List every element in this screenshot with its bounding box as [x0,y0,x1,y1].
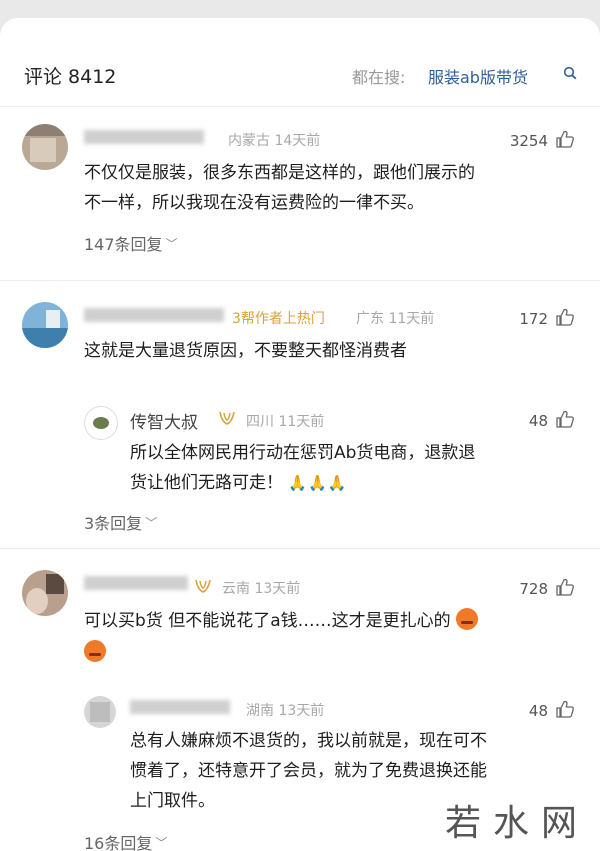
like-count: 728 [519,580,548,598]
reply-text-line: 上门取件。 [130,791,215,811]
comments-header: 评论 8412 都在搜: 服装ab版带货 [0,18,600,107]
badge-icon [219,411,235,425]
badge-icon [195,579,211,593]
like-icon[interactable] [555,129,575,149]
view-replies-button[interactable]: 16条回复 ﹀ [84,830,167,851]
like-count: 3254 [509,132,548,150]
search-keyword-link[interactable]: 服装ab版带货 [428,64,528,88]
like-icon[interactable] [555,307,575,327]
like-icon[interactable] [555,409,575,429]
avatar[interactable] [22,124,68,170]
reply-text-line: 货让他们无路可走！ 🙏🙏🙏 [130,468,347,498]
like-count: 48 [528,412,548,430]
reply-location-time: 四川 11天前 [246,414,325,430]
comments-panel: 评论 8412 都在搜: 服装ab版带货 内蒙古 14天前 3254 不仅仅是服… [0,18,600,851]
like-icon[interactable] [555,699,575,719]
comment-count-title: 评论 8412 [24,66,117,88]
reply-text-line: 所以全体网民用行动在惩罚Ab货电商，退款退 [130,443,476,463]
comment-text-line: 可以买b货 但不能说花了a钱……这才是更扎心的 [84,606,479,636]
blurred-username[interactable] [84,130,204,144]
like-count: 172 [519,310,548,328]
emoji-icon [84,640,106,662]
comment-text-line: 不一样，所以我现在没有运费险的一律不买。 [84,193,424,213]
reply-text: 货让他们无路可走！ [130,473,283,493]
view-replies-button[interactable]: 147条回复 ﹀ [84,231,178,255]
like-icon[interactable] [555,577,575,597]
divider [0,548,600,549]
comment-location-time: 云南 13天前 [222,581,301,597]
comment-location-time: 广东 11天前 [356,311,435,327]
search-icon[interactable] [563,66,577,80]
blurred-username[interactable] [84,576,188,590]
comment-location-time: 内蒙古 14天前 [228,133,321,149]
reply-location-time: 湖南 13天前 [246,703,325,719]
reply-text-line: 总有人嫌麻烦不退货的，我以前就是，现在可不 [130,731,487,751]
avatar[interactable] [22,570,68,616]
pray-emoji: 🙏🙏🙏 [288,474,348,492]
chevron-down-icon: ﹀ [155,836,168,850]
divider [0,280,600,281]
search-label: 都在搜: [352,68,406,87]
replies-label: 16条回复 [84,834,153,851]
replies-label: 147条回复 [84,235,163,254]
reply-text-line: 惯着了，还特意开了会员，就为了免费退换还能 [130,761,487,781]
chevron-down-icon: ﹀ [165,237,178,251]
replies-label: 3条回复 [84,514,143,533]
comment-text-line [84,638,106,668]
avatar[interactable] [22,302,68,348]
blurred-username[interactable] [130,700,230,714]
comment-text-line: 不仅仅是服装，很多东西都是这样的，跟他们展示的 [84,163,475,183]
like-count: 48 [528,702,548,720]
emoji-icon [456,608,479,630]
promote-tag[interactable]: 3帮作者上热门 [232,308,325,328]
blurred-username[interactable] [84,308,224,322]
comment-text: 可以买b货 但不能说花了a钱……这才是更扎心的 [84,611,451,631]
chevron-down-icon: ﹀ [145,516,158,530]
comment-text-line: 这就是大量退货原因，不要整天都怪消费者 [84,341,407,361]
avatar[interactable] [84,406,118,440]
avatar[interactable] [84,696,116,728]
view-replies-button[interactable]: 3条回复 ﹀ [84,510,157,534]
watermark: 若水网 [445,803,590,844]
reply-author-name[interactable]: 传智大叔 [130,408,198,433]
